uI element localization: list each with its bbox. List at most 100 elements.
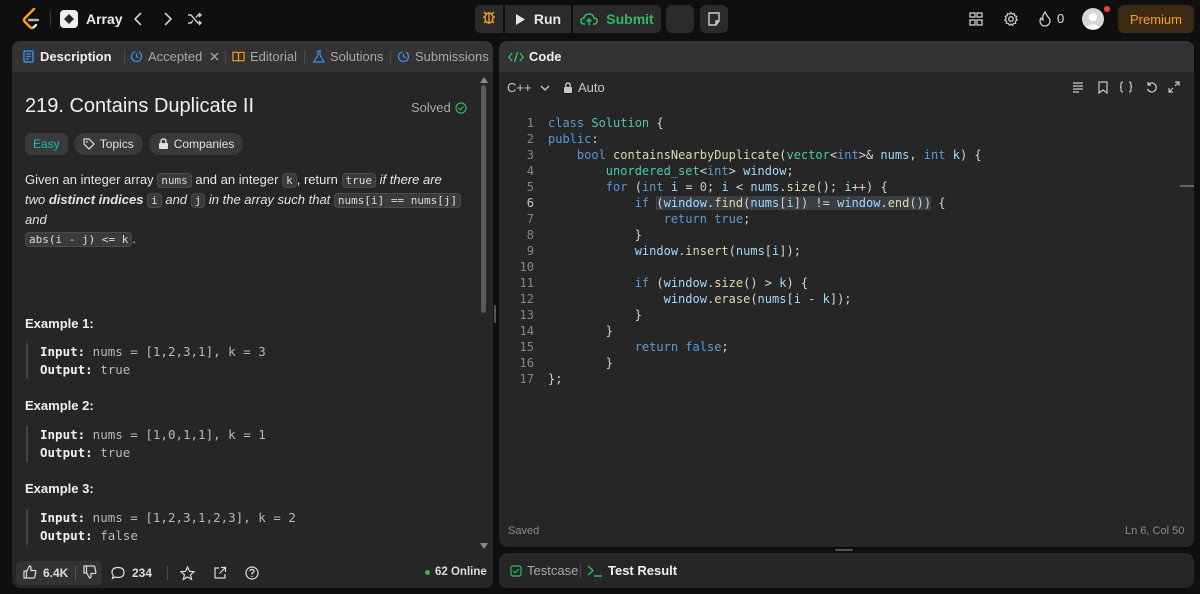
companies-tag[interactable]: Companies <box>148 133 244 155</box>
streak-flame-icon[interactable] <box>1036 10 1054 28</box>
tab-test-result[interactable]: Test Result <box>587 553 677 588</box>
inline-code: nums <box>157 173 192 188</box>
topics-tag[interactable]: Topics <box>73 133 143 155</box>
code-line: for (int i = 0; i < nums.size(); i++) { <box>605 180 888 194</box>
input-label: Input: <box>40 427 86 442</box>
tab-solutions-label: Solutions <box>330 49 384 64</box>
leetcode-logo-icon[interactable] <box>20 7 42 31</box>
flask-icon <box>312 50 325 63</box>
play-icon <box>515 13 525 25</box>
tab-code[interactable]: Code <box>508 41 562 72</box>
code-line: class Solution { <box>548 116 664 130</box>
tab-testcase[interactable]: Testcase <box>509 553 578 588</box>
run-label: Run <box>533 11 562 27</box>
note-button[interactable] <box>700 5 728 33</box>
input-label: Input: <box>40 510 86 525</box>
document-icon <box>22 50 35 63</box>
output-value: true <box>92 445 131 460</box>
online-label: 62 Online <box>435 566 487 578</box>
code-line: } <box>548 228 642 242</box>
input-label: Input: <box>40 344 86 359</box>
terminal-icon <box>587 564 603 577</box>
star-icon[interactable] <box>179 565 195 581</box>
thumbs-up-icon[interactable] <box>23 564 37 582</box>
problem-title: 219. Contains Duplicate II <box>25 95 255 117</box>
tab-code-label: Code <box>529 49 562 64</box>
run-button[interactable]: Run <box>505 5 571 33</box>
desc-text: and <box>161 192 191 207</box>
code-line: }; <box>548 372 563 386</box>
user-avatar[interactable] <box>1082 8 1104 30</box>
code-line: bool containsNearbyDuplicate(vector<int>… <box>576 148 982 162</box>
like-count: 6.4K <box>43 566 69 580</box>
code-line: } <box>548 356 614 370</box>
run-submit-group: Run Submit <box>475 5 661 33</box>
code-editor[interactable]: 1 2 3 4 5 6 7 8 9 10 11 12 13 14 15 16 17 class Solution… <box>499 107 1179 387</box>
tab-submissions[interactable]: Submissions <box>397 41 489 72</box>
line-number: 10 <box>519 260 534 274</box>
scroll-down-arrow-icon[interactable] <box>480 543 488 549</box>
comment-icon[interactable] <box>110 565 126 581</box>
comment-count: 234 <box>132 566 153 580</box>
example-title: Example 3: <box>25 481 94 496</box>
code-brackets-icon <box>508 50 524 63</box>
lock-icon <box>158 138 168 149</box>
code-line: if (window.size() > k) { <box>634 276 809 290</box>
example-title: Example 1: <box>25 316 94 331</box>
language-label: C++ <box>507 80 532 95</box>
tab-accepted-label: Accepted <box>148 49 203 64</box>
language-select[interactable]: C++ <box>507 80 550 95</box>
desc-text: and <box>25 212 47 227</box>
blank-toolbar-button[interactable] <box>666 5 694 33</box>
panel-vertical-resize-handle[interactable] <box>494 305 496 323</box>
inline-code: k <box>282 173 297 188</box>
tab-description[interactable]: Description <box>22 41 112 72</box>
premium-button[interactable]: Premium <box>1118 5 1194 33</box>
prev-problem-icon[interactable] <box>130 10 146 28</box>
line-number: 2 <box>526 132 534 146</box>
tab-editorial[interactable]: Editorial <box>232 41 297 72</box>
format-lines-icon[interactable] <box>1071 80 1085 94</box>
tab-accepted[interactable]: Accepted <box>130 41 219 72</box>
shuffle-icon[interactable] <box>187 10 203 28</box>
line-number: 1 <box>526 116 534 130</box>
tab-divider <box>390 50 391 64</box>
code-panel: Code C++ Auto 1 2 3 4 5 6 7 8 9 10 11 12 13 14 15 16 17 … <box>499 41 1194 547</box>
problem-list-button[interactable]: Array <box>60 9 123 29</box>
tag-icon <box>83 138 95 150</box>
description-scrollbar[interactable] <box>481 85 486 313</box>
next-problem-icon[interactable] <box>160 10 176 28</box>
like-dislike-group: 6.4K <box>16 561 102 585</box>
scroll-up-arrow-icon[interactable] <box>480 77 488 83</box>
tab-editorial-label: Editorial <box>250 49 297 64</box>
footer-divider <box>167 566 168 580</box>
close-tab-icon[interactable] <box>210 49 219 64</box>
panel-horizontal-resize-handle[interactable] <box>835 549 853 551</box>
expand-icon[interactable] <box>1167 80 1181 94</box>
layout-icon[interactable] <box>967 10 985 28</box>
tab-testcase-label: Testcase <box>527 563 579 578</box>
braces-icon[interactable] <box>1119 80 1133 94</box>
online-count: 62 Online <box>425 566 487 578</box>
line-number: 6 <box>526 196 534 210</box>
settings-gear-icon[interactable] <box>1002 10 1020 28</box>
debug-button[interactable] <box>475 5 503 33</box>
reset-icon[interactable] <box>1144 80 1158 94</box>
submit-label: Submit <box>606 11 654 27</box>
notification-dot <box>1104 6 1110 12</box>
inline-code: nums[i] == nums[j] <box>333 193 462 208</box>
history-icon <box>130 50 143 63</box>
line-number: 9 <box>526 244 534 258</box>
line-number: 16 <box>519 356 534 370</box>
help-icon[interactable] <box>244 565 260 581</box>
tab-solutions[interactable]: Solutions <box>312 41 383 72</box>
submit-button[interactable]: Submit <box>573 5 661 33</box>
code-line: window.erase(nums[i - k]); <box>663 292 852 306</box>
tab-test-result-label: Test Result <box>608 563 678 578</box>
tab-divider <box>225 50 226 64</box>
auto-mode-toggle[interactable]: Auto <box>563 80 605 95</box>
inline-code: abs(i - j) <= k <box>25 232 133 247</box>
share-external-icon[interactable] <box>212 565 228 581</box>
bookmark-icon[interactable] <box>1096 80 1110 94</box>
thumbs-down-icon[interactable] <box>83 564 97 582</box>
